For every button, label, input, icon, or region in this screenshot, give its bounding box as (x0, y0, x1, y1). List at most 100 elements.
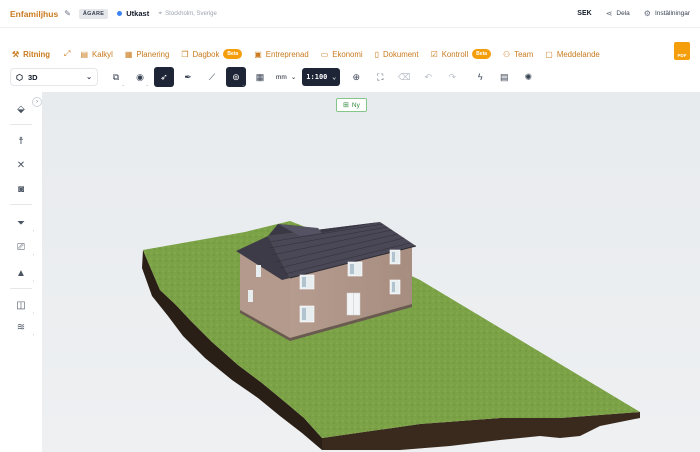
edit-pencil-icon[interactable]: ✎ (64, 9, 71, 18)
tab-dagbok[interactable]: ❒ Dagbok Beta (181, 49, 243, 59)
floor-icon[interactable]: ⏷ › (14, 216, 34, 234)
pdf-label: PDF (677, 53, 687, 58)
pdf-export-button[interactable]: PDF (674, 42, 690, 60)
tab-team[interactable]: ⚇ Team (503, 50, 533, 59)
settings-button[interactable]: ⚙ Inställningar (644, 9, 690, 18)
lightning-icon: ϟ (477, 72, 483, 82)
sidebar-collapse-button[interactable]: › (32, 97, 42, 107)
bug-icon: ✺ (524, 71, 533, 82)
zoom-button[interactable]: ⊕ (346, 67, 366, 87)
tab-label: Kalkyl (92, 49, 113, 59)
role-badge: ÄGARE (78, 8, 109, 19)
tab-kontroll[interactable]: ☑ Kontroll Beta (430, 49, 492, 59)
grid-button[interactable]: ▦ (250, 67, 270, 87)
zoom-in-icon: ⊕ (352, 71, 361, 82)
cursor-icon: ➶ (160, 71, 168, 82)
location-pin-icon: ⌖ (158, 9, 163, 17)
calculator-icon: ▤ (80, 49, 88, 59)
debug-button[interactable]: ✺ (518, 67, 538, 87)
ruler-icon: ⚒ (12, 49, 20, 59)
tab-label: Team (514, 49, 534, 59)
module-tabs: ⚒ Ritning ⤢ ▤ Kalkyl ▦ Planering ❒ Dagbo… (0, 44, 700, 64)
fit-frame-icon: ⛶ (377, 71, 384, 82)
currency-selector[interactable]: SEK (577, 10, 591, 17)
expand-arrows-icon[interactable]: ⤢ (64, 49, 70, 59)
paint-roller-icon[interactable]: ⎚ › (14, 240, 34, 258)
sidebar-divider (10, 288, 32, 289)
tab-label: Meddelande (556, 49, 600, 59)
delete-button[interactable]: ⌫ (394, 67, 414, 87)
users-icon: ⚇ (503, 49, 511, 59)
calendar-icon: ▦ (124, 49, 133, 59)
view-mode-select[interactable]: ⬡ 3D ⌄ (10, 68, 98, 86)
undo-button[interactable]: ↶ (418, 67, 438, 87)
layer-stack-icon[interactable]: ⬙ (14, 102, 28, 116)
sidebar-divider (10, 204, 32, 205)
tab-dokument[interactable]: ▯ Dokument (375, 50, 419, 59)
terrain-icon[interactable]: ≋ › (14, 320, 34, 338)
room-icon[interactable]: ◫ › (14, 298, 34, 316)
view-mode-value: 3D (27, 72, 38, 82)
unit-select[interactable]: mm ⌄ (276, 73, 296, 82)
share-button[interactable]: ⋖ Dela (606, 9, 630, 18)
eye-icon: ◉ (136, 71, 144, 82)
tab-label: Dokument (383, 49, 419, 59)
gear-icon: ⚙ (643, 9, 651, 18)
settings-label: Inställningar (654, 10, 690, 17)
window (248, 290, 253, 302)
status-label[interactable]: Utkast (126, 9, 149, 18)
select-tool-button[interactable]: ➶ (154, 67, 174, 87)
chevron-right-icon: › (36, 99, 38, 105)
tab-label: Kontroll (441, 49, 469, 59)
visibility-button[interactable]: ◉ ⌄ (130, 67, 150, 88)
tab-ritning[interactable]: ⚒ Ritning (12, 50, 50, 59)
project-name[interactable]: Enfamiljhus (10, 9, 58, 19)
status-dot-icon (117, 11, 123, 16)
wallet-icon: ▭ (320, 49, 329, 59)
left-tool-sidebar: ⬙ ☨ ✕ ◙ ⏷ › ⎚ › ▲ › ◫ › ≋ › (0, 92, 42, 452)
layers-button[interactable]: ⧉ ⌄ (106, 67, 126, 88)
message-icon: ▢ (545, 49, 553, 59)
dropper-tool-button[interactable]: ✒ (178, 67, 198, 87)
cube-icon: ⬡ (16, 72, 23, 82)
location-label: Stockholm, Sverige (165, 10, 217, 17)
undo-icon: ↶ (424, 71, 433, 82)
briefcase-icon: ▣ (254, 49, 262, 59)
roof-icon[interactable]: ▲ › (14, 266, 34, 284)
tab-entreprenad[interactable]: ▣ Entreprenad (254, 50, 308, 59)
measure-tool-button[interactable]: ⟋ (202, 67, 222, 87)
tab-meddelande[interactable]: ▢ Meddelande (545, 50, 599, 59)
tab-ekonomi[interactable]: ▭ Ekonomi (321, 50, 363, 59)
magnet-icon: ⊚ (232, 71, 240, 82)
tab-planering[interactable]: ▦ Planering (125, 50, 170, 59)
quick-action-button[interactable]: ϟ (470, 67, 490, 87)
scale-select[interactable]: 1:100 ⌄ (302, 68, 341, 86)
sidebar-divider (10, 124, 32, 125)
ruler-icon: ⟋ (208, 71, 216, 82)
tab-label: Planering (136, 49, 170, 59)
3d-viewport[interactable]: ⊞ Ny (42, 92, 700, 452)
redo-button[interactable]: ↷ (442, 67, 462, 87)
beta-badge: Beta (223, 49, 243, 59)
unit-value: mm (276, 73, 287, 81)
checklist-icon: ☑ (430, 49, 438, 59)
crossing-arrows-icon[interactable]: ✕ (14, 158, 28, 172)
eyedropper-icon: ✒ (184, 71, 192, 82)
chevron-down-icon: ⌄ (332, 73, 337, 81)
beta-badge: Beta (472, 49, 492, 59)
redo-icon: ↷ (448, 71, 457, 82)
grid-icon: ▦ (255, 71, 265, 82)
camera-icon[interactable]: ◙ (14, 182, 28, 196)
tab-kalkyl[interactable]: ▤ Kalkyl (80, 50, 112, 59)
3d-model-render (142, 221, 640, 450)
fit-view-button[interactable]: ⛶ (370, 67, 390, 87)
drawing-toolbar: ⬡ 3D ⌄ ⧉ ⌄ ◉ ⌄ ➶ ✒ ⟋ ⊚ ⌄ ▦ mm ⌄ 1:100 ⌄ ⊕ ⛶… (0, 66, 700, 88)
report-button[interactable]: ▤ (494, 67, 514, 87)
tab-label: Dagbok (192, 49, 220, 59)
person-icon[interactable]: ☨ (14, 134, 28, 148)
layers-icon: ⧉ (112, 71, 120, 82)
snap-tool-button[interactable]: ⊚ ⌄ (226, 67, 246, 87)
share-label: Dela (616, 10, 630, 17)
tab-label: Entreprenad (265, 49, 309, 59)
share-icon: ⋖ (605, 9, 613, 18)
